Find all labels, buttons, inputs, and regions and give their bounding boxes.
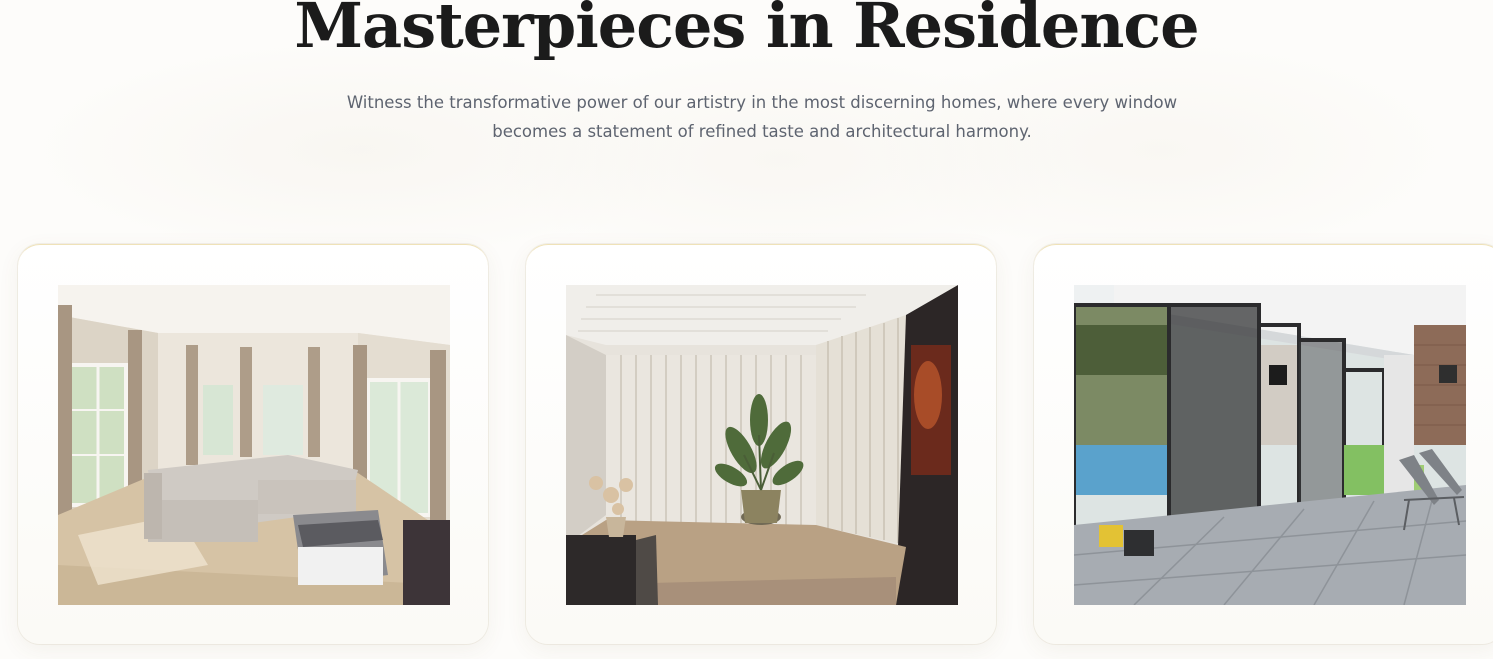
gallery-photo-patio[interactable] — [1074, 285, 1466, 605]
gallery — [0, 0, 1493, 659]
gallery-card[interactable] — [526, 244, 996, 644]
gallery-card[interactable] — [1034, 244, 1493, 644]
gallery-photo-vertical-blinds[interactable] — [566, 285, 958, 605]
gallery-photo-living-room[interactable] — [58, 285, 450, 605]
gallery-card[interactable] — [18, 244, 488, 644]
